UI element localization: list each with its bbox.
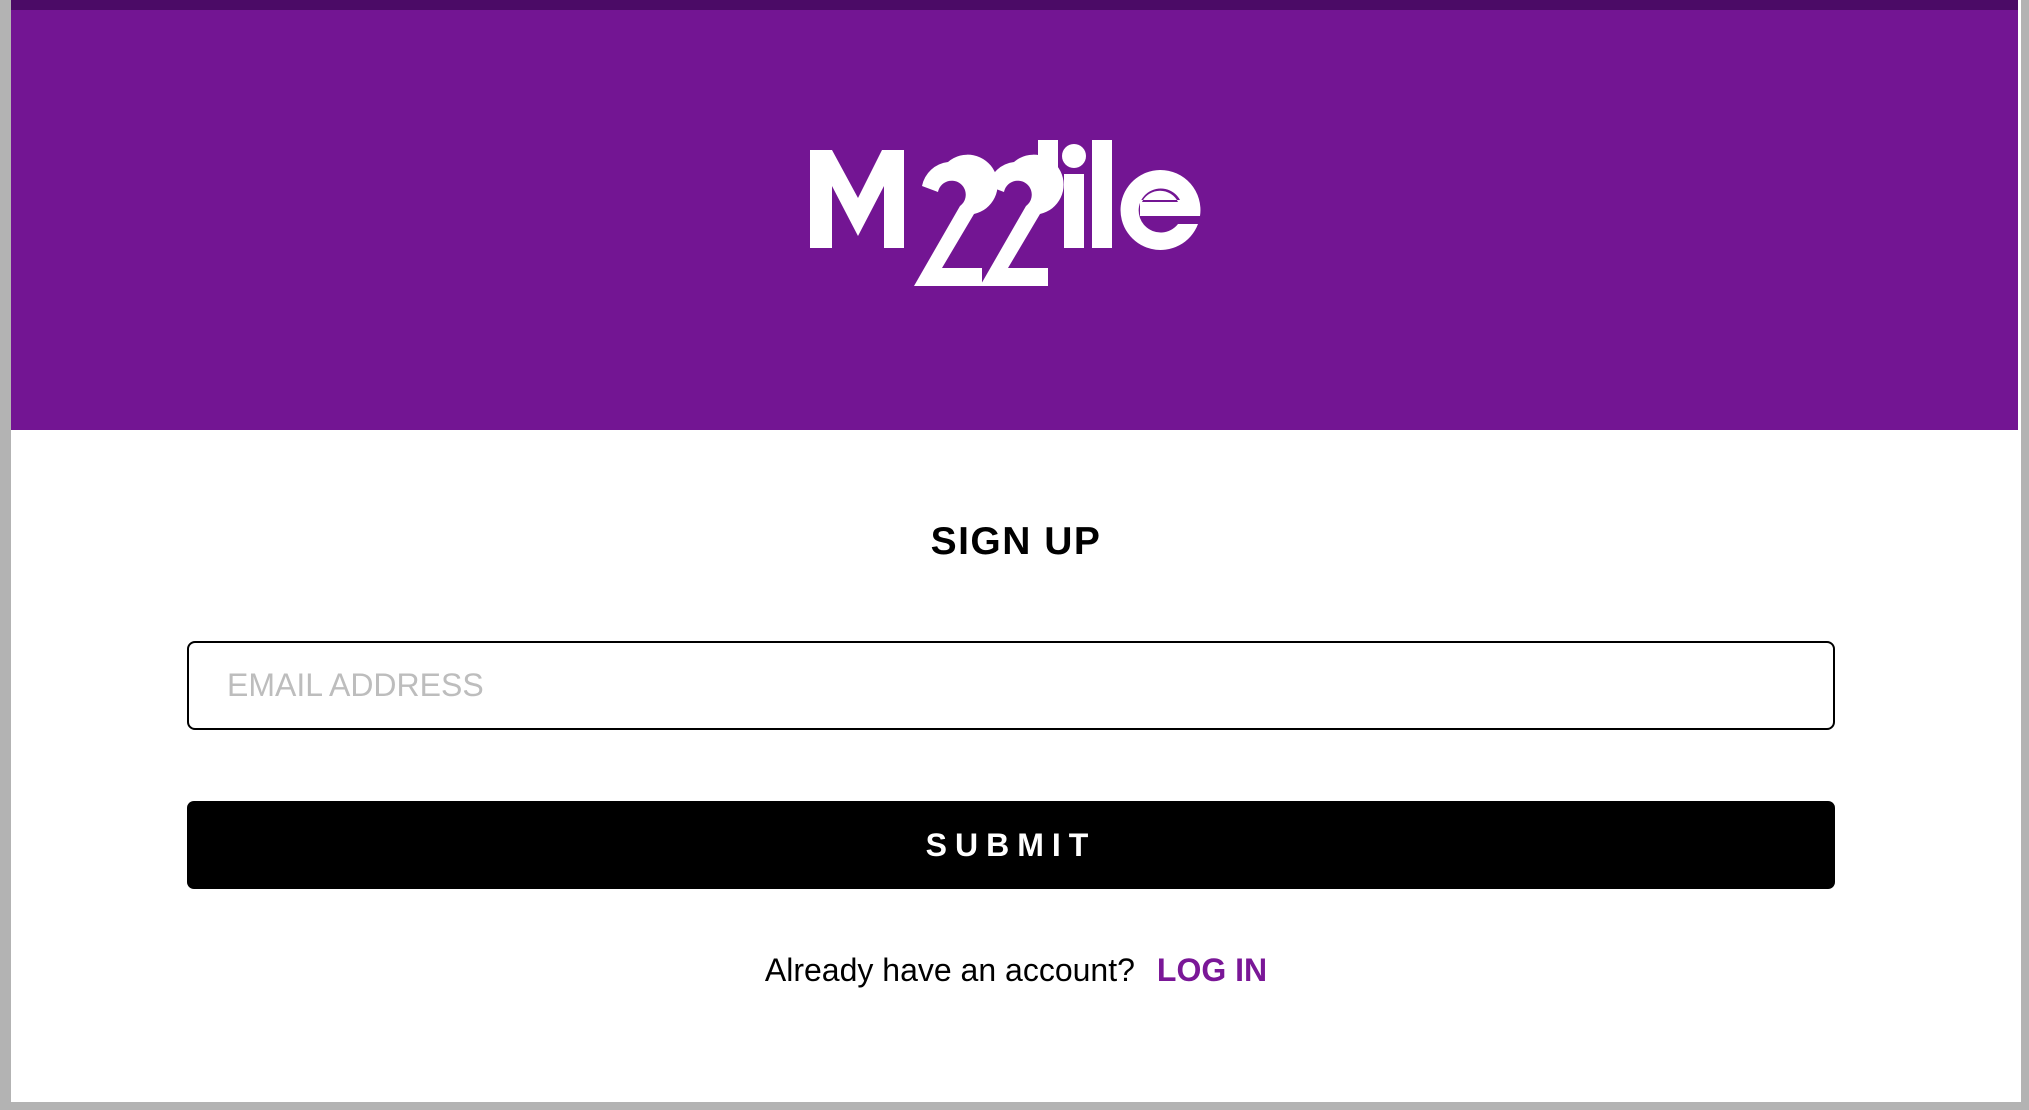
mobile22-logo: [810, 140, 1201, 286]
email-field[interactable]: [187, 641, 1835, 730]
brand-header: [11, 0, 2018, 430]
page-title: SIGN UP: [930, 520, 1102, 563]
login-prompt-row: Already have an account? LOG IN: [11, 952, 2021, 989]
page-frame: SIGN UP SUBMIT Already have an account? L…: [0, 0, 2029, 1110]
login-link[interactable]: LOG IN: [1157, 952, 1267, 988]
signup-page: SIGN UP SUBMIT Already have an account? L…: [11, 0, 2021, 1102]
login-prompt-text: Already have an account?: [764, 952, 1135, 988]
submit-button[interactable]: SUBMIT: [187, 801, 1835, 889]
